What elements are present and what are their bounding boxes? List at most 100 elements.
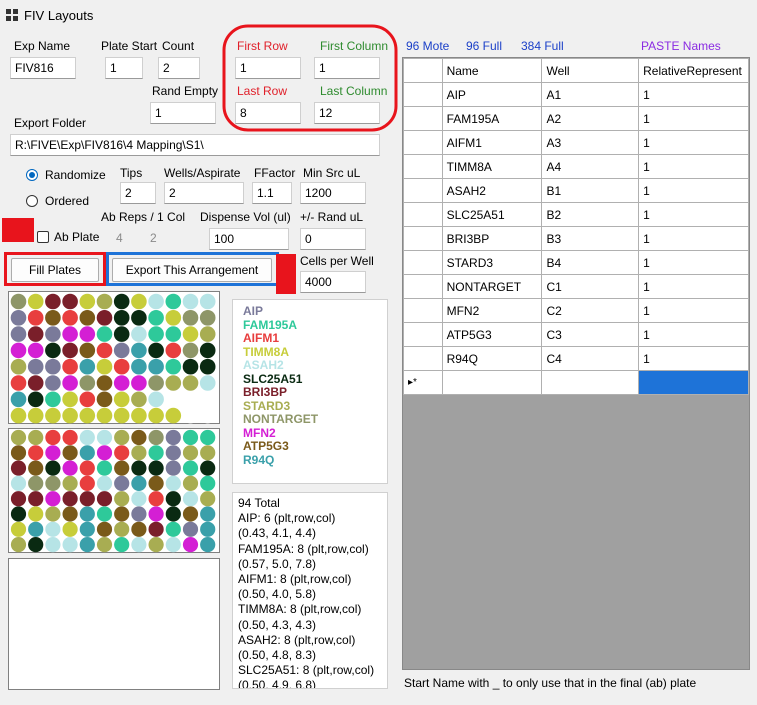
grid-row[interactable]: FAM195A A2 1 xyxy=(403,106,749,131)
randomize-radio[interactable] xyxy=(26,169,38,181)
grid-cell[interactable]: A4 xyxy=(541,154,640,179)
grid-cell[interactable]: 1 xyxy=(638,346,749,371)
wells-aspirate-field[interactable]: 2 xyxy=(164,182,244,204)
grid-cell[interactable]: 1 xyxy=(638,178,749,203)
row-header-cell[interactable] xyxy=(403,106,443,131)
grid-row[interactable]: R94Q C4 1 xyxy=(403,346,749,371)
grid-cell[interactable]: 1 xyxy=(638,130,749,155)
grid-cell[interactable]: A3 xyxy=(541,130,640,155)
grid-cell[interactable]: 1 xyxy=(638,226,749,251)
row-header-cell[interactable] xyxy=(403,154,443,179)
grid-cell[interactable]: C3 xyxy=(541,322,640,347)
last-column-field[interactable]: 12 xyxy=(314,102,380,124)
grid-cell[interactable]: 1 xyxy=(638,106,749,131)
rand-ul-field[interactable]: 0 xyxy=(300,228,366,250)
row-header-cell[interactable] xyxy=(403,226,443,251)
dispense-vol-field[interactable]: 100 xyxy=(209,228,289,250)
grid-cell[interactable]: B2 xyxy=(541,202,640,227)
grid-row[interactable]: BRI3BP B3 1 xyxy=(403,226,749,251)
grid-cell[interactable] xyxy=(638,370,749,395)
grid-row[interactable]: STARD3 B4 1 xyxy=(403,250,749,275)
grid-column-header[interactable]: Name xyxy=(441,58,543,83)
first-column-field[interactable]: 1 xyxy=(314,57,380,79)
ordered-radio[interactable] xyxy=(26,195,38,207)
last-row-field[interactable]: 8 xyxy=(235,102,301,124)
cells-per-well-field[interactable]: 4000 xyxy=(300,271,366,293)
plate-well xyxy=(199,342,216,359)
rand-empty-field[interactable]: 1 xyxy=(150,102,216,124)
grid-cell[interactable]: C2 xyxy=(541,298,640,323)
row-header-cell[interactable] xyxy=(403,202,443,227)
names-grid[interactable]: Name Well RelativeRepresent AIP A1 1 FAM195A A2… xyxy=(402,57,750,670)
grid-cell[interactable]: 1 xyxy=(638,250,749,275)
grid-column-header[interactable]: Well xyxy=(541,58,640,83)
export-arrangement-button[interactable]: Export This Arrangement xyxy=(112,258,272,282)
grid-cell[interactable]: C1 xyxy=(541,274,640,299)
grid-cell[interactable]: C4 xyxy=(541,346,640,371)
ffactor-field[interactable]: 1.1 xyxy=(252,182,292,204)
plate-start-field[interactable]: 1 xyxy=(105,57,143,79)
grid-cell[interactable]: BRI3BP xyxy=(441,226,543,251)
plate-well xyxy=(96,460,113,476)
grid-cell[interactable]: B1 xyxy=(541,178,640,203)
fill-plates-button[interactable]: Fill Plates xyxy=(11,258,99,282)
grid-row[interactable]: ATP5G3 C3 1 xyxy=(403,322,749,347)
grid-row[interactable]: SLC25A51 B2 1 xyxy=(403,202,749,227)
grid-column-header[interactable]: RelativeRepresent xyxy=(638,58,749,83)
grid-cell[interactable] xyxy=(441,370,543,395)
grid-cell[interactable]: 1 xyxy=(638,274,749,299)
grid-cell[interactable]: R94Q xyxy=(441,346,543,371)
grid-cell[interactable]: STARD3 xyxy=(441,250,543,275)
plate-well xyxy=(200,491,216,507)
grid-cell[interactable]: 1 xyxy=(638,82,749,107)
grid-cell[interactable]: 1 xyxy=(638,298,749,323)
full96-link[interactable]: 96 Full xyxy=(466,39,502,53)
grid-cell[interactable]: A2 xyxy=(541,106,640,131)
grid-new-row[interactable]: ▸* xyxy=(403,370,749,395)
row-header-cell[interactable] xyxy=(403,298,443,323)
grid-cell[interactable]: TIMM8A xyxy=(441,154,543,179)
exp-name-field[interactable]: FIV816 xyxy=(10,57,76,79)
first-row-field[interactable]: 1 xyxy=(235,57,301,79)
grid-cell[interactable]: NONTARGET xyxy=(441,274,543,299)
grid-row[interactable]: TIMM8A A4 1 xyxy=(403,154,749,179)
grid-cell[interactable]: ATP5G3 xyxy=(441,322,543,347)
grid-cell[interactable]: AIFM1 xyxy=(441,130,543,155)
plate-well xyxy=(10,358,27,375)
row-header-cell[interactable] xyxy=(403,346,443,371)
min-src-field[interactable]: 1200 xyxy=(300,182,366,204)
grid-cell[interactable]: AIP xyxy=(441,82,543,107)
grid-cell[interactable]: A1 xyxy=(541,82,640,107)
paste-names-link[interactable]: PASTE Names xyxy=(641,39,721,53)
legend-item: R94Q xyxy=(243,452,275,467)
export-folder-field[interactable]: R:\FIVE\Exp\FIV816\4 Mapping\S1\ xyxy=(10,134,380,156)
grid-cell[interactable]: ASAH2 xyxy=(441,178,543,203)
grid-cell[interactable]: 1 xyxy=(638,322,749,347)
grid-cell[interactable]: MFN2 xyxy=(441,298,543,323)
row-header-cell[interactable] xyxy=(403,274,443,299)
grid-row[interactable]: MFN2 C2 1 xyxy=(403,298,749,323)
ab-plate-checkbox[interactable] xyxy=(37,231,49,243)
grid-cell[interactable] xyxy=(541,370,640,395)
row-header-cell[interactable] xyxy=(403,178,443,203)
count-field[interactable]: 2 xyxy=(158,57,200,79)
grid-cell[interactable]: B3 xyxy=(541,226,640,251)
grid-cell[interactable]: 1 xyxy=(638,202,749,227)
grid-cell[interactable]: FAM195A xyxy=(441,106,543,131)
plate-well xyxy=(10,429,27,446)
grid-row[interactable]: ASAH2 B1 1 xyxy=(403,178,749,203)
row-header-cell[interactable] xyxy=(403,130,443,155)
grid-row[interactable]: AIP A1 1 xyxy=(403,82,749,107)
grid-cell[interactable]: 1 xyxy=(638,154,749,179)
tips-field[interactable]: 2 xyxy=(120,182,156,204)
row-header-cell[interactable] xyxy=(403,250,443,275)
mote96-link[interactable]: 96 Mote xyxy=(406,39,449,53)
grid-row[interactable]: AIFM1 A3 1 xyxy=(403,130,749,155)
row-header-cell[interactable] xyxy=(403,82,443,107)
plate-2 xyxy=(8,428,220,553)
grid-cell[interactable]: SLC25A51 xyxy=(441,202,543,227)
grid-cell[interactable]: B4 xyxy=(541,250,640,275)
full384-link[interactable]: 384 Full xyxy=(521,39,564,53)
grid-row[interactable]: NONTARGET C1 1 xyxy=(403,274,749,299)
row-header-cell[interactable] xyxy=(403,322,443,347)
